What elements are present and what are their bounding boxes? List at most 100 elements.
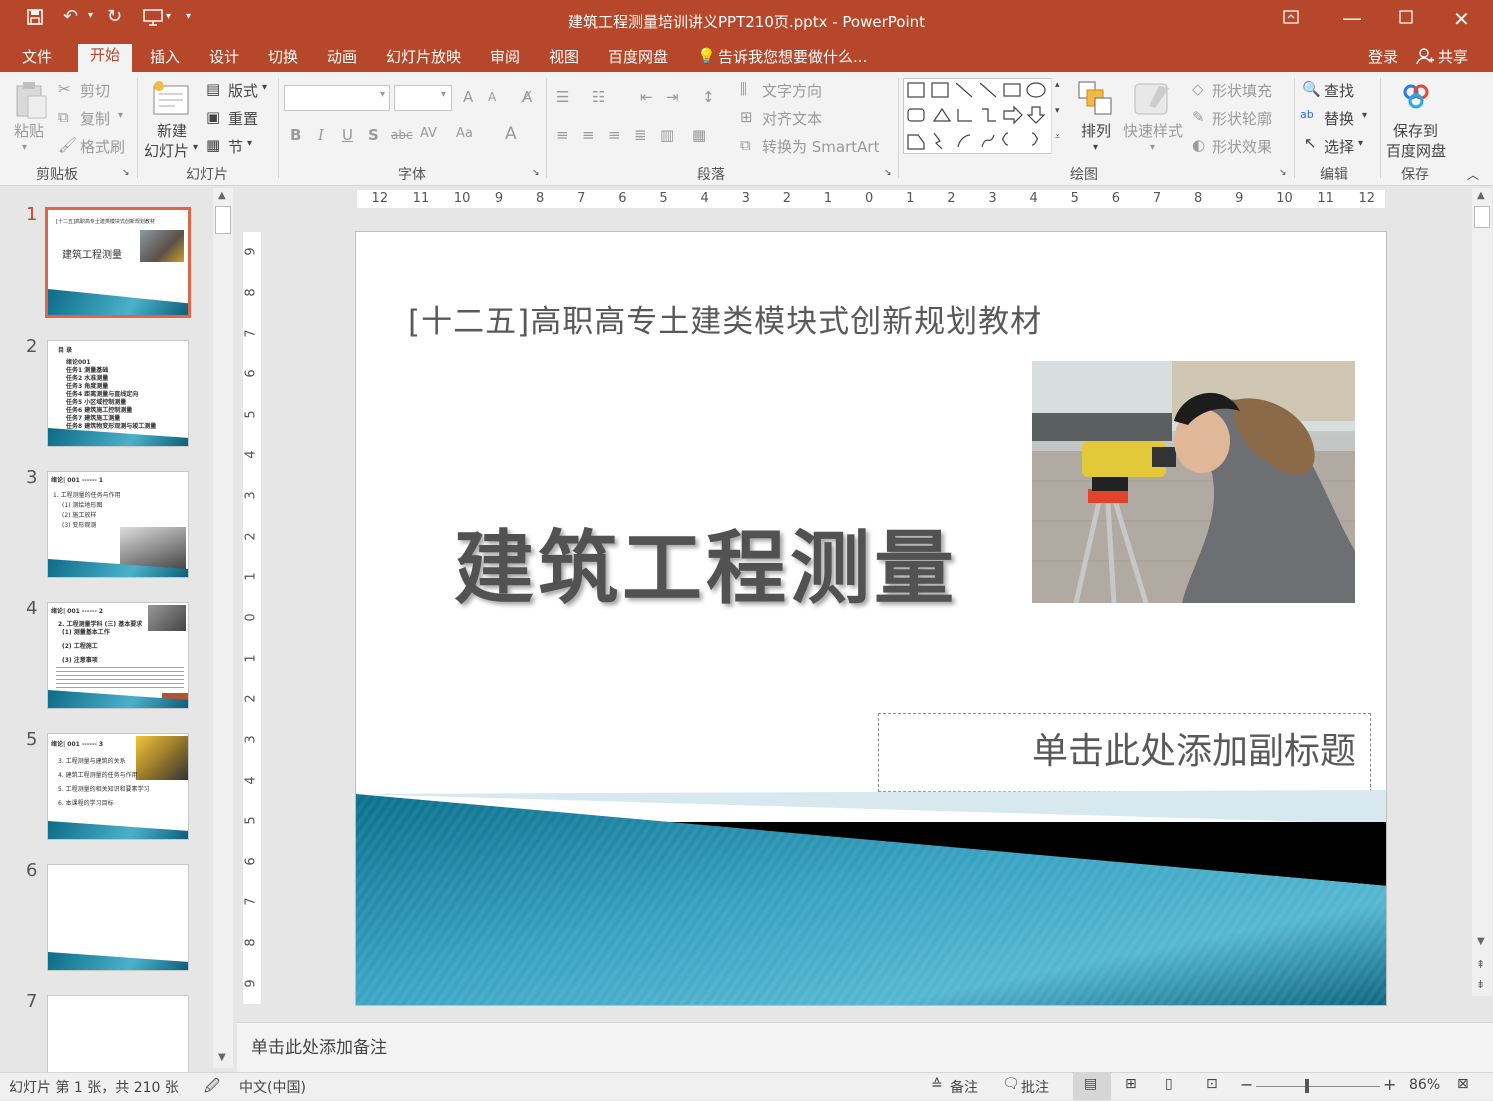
- font-launcher-icon[interactable]: ↘: [532, 168, 540, 178]
- new-slide-label-1[interactable]: 新建: [157, 120, 187, 141]
- scroll-thumb[interactable]: [1474, 206, 1490, 228]
- text-direction-button[interactable]: 文字方向: [762, 80, 822, 101]
- convert-smartart-button[interactable]: 转换为 SmartArt: [762, 136, 879, 157]
- scroll-down-icon[interactable]: ▼: [218, 1052, 226, 1063]
- shape-fill-button[interactable]: 形状填充: [1212, 80, 1272, 101]
- arrange-dropdown-icon[interactable]: ▾: [1093, 142, 1098, 153]
- scroll-up-icon[interactable]: ▲: [218, 190, 226, 201]
- shrink-font-button[interactable]: A: [488, 90, 496, 104]
- comments-button[interactable]: 批注: [1021, 1077, 1049, 1097]
- paste-button[interactable]: 粘贴: [14, 120, 44, 141]
- gallery-up-icon[interactable]: ▴: [1055, 80, 1060, 90]
- minimize-icon[interactable]: —: [1342, 6, 1362, 30]
- shadow-button[interactable]: S: [368, 126, 379, 144]
- font-name-dropdown-icon[interactable]: ▾: [380, 89, 385, 100]
- strikethrough-button[interactable]: abc: [391, 128, 413, 142]
- find-button[interactable]: 查找: [1324, 80, 1354, 101]
- new-slide-icon[interactable]: [150, 78, 192, 122]
- drawing-launcher-icon[interactable]: ↘: [1279, 168, 1287, 178]
- fit-to-window-icon[interactable]: ⊠: [1457, 1076, 1469, 1092]
- scroll-up-icon[interactable]: ▲: [1477, 190, 1485, 201]
- zoom-slider-thumb[interactable]: [1305, 1079, 1309, 1093]
- share-button[interactable]: 共享: [1434, 46, 1472, 70]
- notes-toggle-button[interactable]: 备注: [950, 1077, 978, 1097]
- ribbon-display-icon[interactable]: [1283, 9, 1299, 30]
- slide-thumbnail-5[interactable]: 绪论| 001 ------ 3 3. 工程测量与建筑的关系 4. 建筑工程测量…: [47, 733, 189, 840]
- quick-styles-dropdown-icon[interactable]: ▾: [1150, 142, 1155, 153]
- tab-file[interactable]: 文件: [18, 46, 56, 70]
- font-color-button[interactable]: A: [505, 124, 517, 144]
- bullets-icon[interactable]: ☰: [556, 88, 569, 106]
- zoom-out-icon[interactable]: −: [1240, 1075, 1253, 1094]
- quick-styles-icon[interactable]: [1133, 80, 1173, 122]
- slide-thumbnail-6[interactable]: [47, 864, 189, 971]
- section-button[interactable]: 节: [228, 136, 243, 157]
- grow-font-button[interactable]: A: [463, 88, 473, 106]
- paste-dropdown-icon[interactable]: ▾: [22, 142, 27, 153]
- slide-thumbnail-4[interactable]: 绪论| 001 ------ 2 2. 工程测量学科 (三) 基本要求 (1) …: [47, 602, 189, 709]
- login-link[interactable]: 登录: [1364, 46, 1402, 70]
- change-case-button[interactable]: Aa: [456, 126, 473, 141]
- new-slide-label-2[interactable]: 幻灯片: [144, 140, 189, 161]
- arrange-button[interactable]: 排列: [1081, 120, 1111, 141]
- align-left-icon[interactable]: ≡: [556, 126, 569, 144]
- gallery-more-icon[interactable]: ⩡: [1055, 132, 1060, 142]
- clear-format-icon[interactable]: A̸: [522, 88, 532, 106]
- slide-scrollbar[interactable]: ▲ ▼ ⇞ ⇟: [1472, 188, 1492, 996]
- bold-button[interactable]: B: [290, 126, 301, 144]
- save-to-baidu-line1[interactable]: 保存到: [1393, 120, 1438, 141]
- collapse-ribbon-icon[interactable]: ︿: [1467, 166, 1479, 183]
- shape-outline-button[interactable]: 形状轮廓: [1212, 108, 1272, 129]
- spell-check-icon[interactable]: 🖉: [204, 1076, 220, 1101]
- align-text-button[interactable]: 对齐文本: [762, 108, 822, 129]
- zoom-slider-track[interactable]: [1256, 1086, 1380, 1087]
- next-slide-icon[interactable]: ⇟: [1476, 978, 1485, 991]
- shapes-gallery-scroll[interactable]: ▴ ▾ ⩡: [1051, 78, 1067, 154]
- shape-effects-button[interactable]: 形状效果: [1212, 136, 1272, 157]
- clipboard-launcher-icon[interactable]: ↘: [122, 168, 130, 178]
- slide-thumbnail-3[interactable]: 绪论| 001 ------ 1 1. 工程测量的任务与作用 (1) 测绘地形图…: [47, 471, 189, 578]
- align-center-icon[interactable]: ≡: [582, 126, 595, 144]
- select-dropdown-icon[interactable]: ▾: [1358, 138, 1363, 149]
- distribute-icon[interactable]: ▥: [660, 126, 674, 144]
- thumbnail-scrollbar[interactable]: ▲ ▼: [213, 188, 233, 1068]
- italic-button[interactable]: I: [318, 126, 324, 144]
- char-spacing-button[interactable]: AV: [420, 126, 437, 141]
- slideshow-view-icon[interactable]: ⊡: [1206, 1076, 1218, 1092]
- columns-icon[interactable]: ▦: [692, 126, 706, 144]
- slide-thumbnail-1[interactable]: [十二五]高职高专土建类模块式创新规划教材 建筑工程测量: [45, 207, 191, 318]
- justify-icon[interactable]: ≣: [634, 126, 647, 144]
- slide-header-text[interactable]: [十二五]高职高专土建类模块式创新规划教材: [408, 296, 1042, 341]
- decrease-indent-icon[interactable]: ⇤: [640, 88, 653, 106]
- format-painter-button[interactable]: 格式刷: [80, 136, 125, 157]
- copy-dropdown-icon[interactable]: ▾: [118, 110, 123, 121]
- quick-styles-button[interactable]: 快速样式: [1123, 120, 1183, 141]
- slide-sorter-icon[interactable]: ⊞: [1125, 1076, 1137, 1092]
- tab-animations[interactable]: 动画: [323, 46, 361, 70]
- replace-dropdown-icon[interactable]: ▾: [1362, 110, 1367, 121]
- tab-baidu[interactable]: 百度网盘: [604, 46, 672, 70]
- copy-button[interactable]: 复制: [80, 108, 110, 129]
- shapes-gallery[interactable]: [903, 78, 1067, 154]
- tab-review[interactable]: 审阅: [486, 46, 524, 70]
- slide-thumbnail-2[interactable]: 目 录 绪论001 任务1 测量基础 任务2 水准测量 任务3 角度测量 任务4…: [47, 340, 189, 447]
- font-size-dropdown-icon[interactable]: ▾: [441, 89, 446, 100]
- tell-me-box[interactable]: 告诉我您想要做什么...: [714, 46, 871, 70]
- layout-dropdown-icon[interactable]: ▾: [262, 82, 267, 93]
- new-slide-dropdown-icon[interactable]: ▾: [193, 142, 198, 153]
- surveyor-photo[interactable]: [1032, 361, 1355, 603]
- tab-design[interactable]: 设计: [205, 46, 243, 70]
- subtitle-placeholder[interactable]: 单击此处添加副标题: [878, 713, 1371, 792]
- scroll-thumb[interactable]: [215, 206, 231, 234]
- section-dropdown-icon[interactable]: ▾: [247, 138, 252, 149]
- slide-title[interactable]: 建筑工程测量: [454, 504, 958, 620]
- replace-button[interactable]: 替换: [1324, 108, 1354, 129]
- zoom-level[interactable]: 86%: [1409, 1077, 1440, 1093]
- increase-indent-icon[interactable]: ⇥: [666, 88, 679, 106]
- reading-view-icon[interactable]: ▯: [1165, 1076, 1173, 1092]
- normal-view-button[interactable]: ▤: [1073, 1073, 1111, 1100]
- zoom-in-icon[interactable]: +: [1383, 1075, 1396, 1094]
- underline-button[interactable]: U: [342, 126, 353, 144]
- tab-slideshow[interactable]: 幻灯片放映: [382, 46, 465, 70]
- align-right-icon[interactable]: ≡: [608, 126, 621, 144]
